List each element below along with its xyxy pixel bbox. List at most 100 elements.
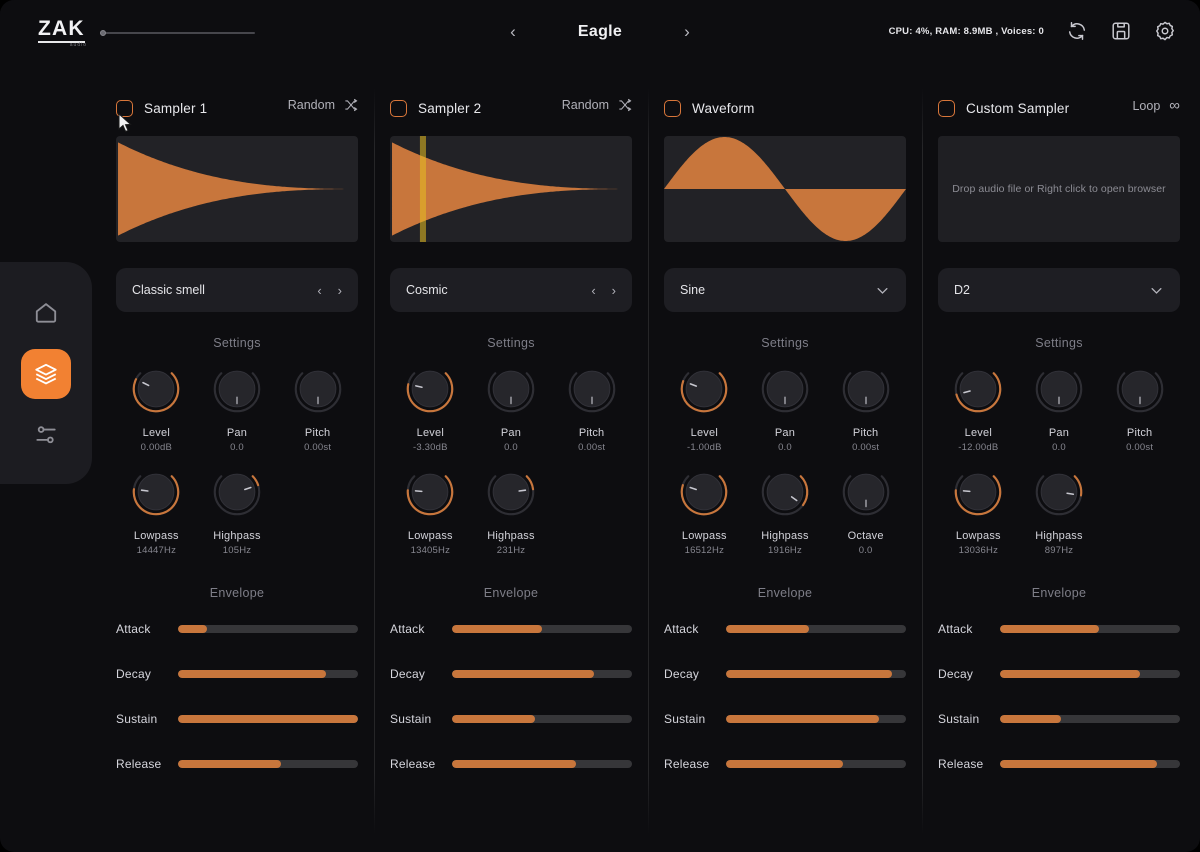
knob-label: Pitch [1126, 427, 1153, 439]
selector-arrows: ‹ › [317, 283, 342, 298]
knob-highpass[interactable] [208, 463, 266, 521]
knob-cell-level: Level 0.00dB [116, 360, 196, 453]
sidebar-item-home[interactable] [21, 288, 71, 338]
knob-highpass[interactable] [756, 463, 814, 521]
knob-label: Highpass [1035, 530, 1083, 542]
selector-custom-sampler[interactable]: D2 [938, 268, 1180, 312]
sidebar-item-mixer[interactable] [21, 410, 71, 460]
knob-value: 231Hz [496, 545, 526, 556]
knob-lowpass[interactable] [401, 463, 459, 521]
knob-pitch[interactable] [563, 360, 621, 418]
checkbox-sampler-1[interactable] [116, 99, 133, 117]
knob-pan[interactable] [1030, 360, 1088, 418]
display-waveform[interactable] [664, 136, 906, 242]
knob-value: 0.0 [504, 442, 518, 453]
panel-action-custom-sampler[interactable]: Loop ∞ [1132, 98, 1180, 113]
knob-value: 0.0 [778, 442, 792, 453]
knob-value: 0.00st [304, 442, 332, 453]
envelope-slider-release[interactable] [1000, 759, 1180, 768]
envelope-slider-sustain[interactable] [178, 714, 358, 723]
envelope-row-sustain: Sustain [116, 696, 358, 741]
display-sampler-1[interactable] [116, 136, 358, 242]
envelope-title: Envelope [483, 586, 539, 600]
checkbox-waveform[interactable] [664, 99, 681, 117]
selector-next-button[interactable]: › [612, 283, 616, 298]
knob-value: 13036Hz [958, 545, 999, 556]
envelope-row-sustain: Sustain [390, 696, 632, 741]
envelope-slider-sustain[interactable] [1000, 714, 1180, 723]
envelope-row-release: Release [390, 741, 632, 786]
knob-lowpass[interactable] [127, 463, 185, 521]
envelope-slider-decay[interactable] [1000, 669, 1180, 678]
sidebar-nav [0, 262, 92, 484]
gear-icon[interactable] [1154, 20, 1176, 42]
selector-value: Classic smell [132, 283, 205, 297]
preset-name[interactable]: Eagle [560, 23, 640, 41]
knob-pan[interactable] [756, 360, 814, 418]
selector-prev-button[interactable]: ‹ [317, 283, 321, 298]
knob-value: 105Hz [222, 545, 252, 556]
panel-custom-sampler: Custom Sampler Loop ∞ Drop audio file or Ri… [922, 78, 1196, 852]
knob-cell-pitch: Pitch 0.00st [826, 360, 906, 453]
panel-action-sampler-2[interactable]: Random [562, 98, 632, 112]
knob-octave[interactable] [837, 463, 895, 521]
preset-next-button[interactable]: › [678, 22, 696, 42]
shuffle-icon [345, 98, 358, 112]
selector-next-button[interactable]: › [338, 283, 342, 298]
knob-level[interactable] [949, 360, 1007, 418]
knob-pitch[interactable] [837, 360, 895, 418]
envelope-fill [178, 714, 358, 723]
knob-label: Pan [226, 427, 248, 439]
selector-prev-button[interactable]: ‹ [591, 283, 595, 298]
knob-pitch[interactable] [1111, 360, 1169, 418]
display-sampler-2[interactable] [390, 136, 632, 242]
envelope-slider-release[interactable] [452, 759, 632, 768]
checkbox-custom-sampler[interactable] [938, 99, 955, 117]
knob-level[interactable] [127, 360, 185, 418]
selector-value: Sine [680, 283, 706, 297]
knob-level[interactable] [401, 360, 459, 418]
envelope-slider-attack[interactable] [452, 624, 632, 633]
preset-prev-button[interactable]: ‹ [504, 22, 522, 42]
selector-sampler-1[interactable]: Classic smell ‹ › [116, 268, 358, 312]
knob-row-1: Level 0.00dB Pan 0.0 Pitch 0.00st [116, 360, 358, 453]
envelope-slider-decay[interactable] [178, 669, 358, 678]
envelope-slider-decay[interactable] [726, 669, 906, 678]
knob-highpass[interactable] [1030, 463, 1088, 521]
knob-pan[interactable] [208, 360, 266, 418]
knob-pan[interactable] [482, 360, 540, 418]
display-custom-sampler[interactable]: Drop audio file or Right click to open b… [938, 136, 1180, 242]
knob-label: Highpass [761, 530, 809, 542]
knob-pitch[interactable] [289, 360, 347, 418]
panel-action-sampler-1[interactable]: Random [288, 98, 358, 112]
save-icon[interactable] [1110, 20, 1132, 42]
envelope-label: Attack [390, 621, 425, 636]
envelope-fill [178, 624, 207, 633]
envelope-slider-sustain[interactable] [452, 714, 632, 723]
envelope-slider-release[interactable] [178, 759, 358, 768]
sidebar-item-layers[interactable] [21, 349, 71, 399]
infinity-icon: ∞ [1169, 97, 1180, 114]
settings-title: Settings [213, 336, 261, 350]
envelope-label: Decay [390, 666, 426, 681]
envelope-slider-attack[interactable] [1000, 624, 1180, 633]
checkbox-sampler-2[interactable] [390, 99, 407, 117]
envelope-slider-attack[interactable] [178, 624, 358, 633]
envelope-label: Release [664, 756, 710, 771]
knob-cell-lowpass: Lowpass 13405Hz [390, 463, 470, 556]
refresh-icon[interactable] [1066, 20, 1088, 42]
envelope-slider-decay[interactable] [452, 669, 632, 678]
knob-cell-pan: Pan 0.0 [197, 360, 277, 453]
envelope-slider-release[interactable] [726, 759, 906, 768]
envelope-slider-attack[interactable] [726, 624, 906, 633]
envelope-slider-sustain[interactable] [726, 714, 906, 723]
selector-waveform[interactable]: Sine [664, 268, 906, 312]
knob-lowpass[interactable] [675, 463, 733, 521]
knob-level[interactable] [675, 360, 733, 418]
panel-header-sampler-2: Sampler 2 Random [390, 96, 632, 120]
selector-sampler-2[interactable]: Cosmic ‹ › [390, 268, 632, 312]
envelope-row-attack: Attack [390, 606, 632, 651]
performance-stats: CPU: 4%, RAM: 8.9MB , Voices: 0 [888, 25, 1044, 37]
knob-lowpass[interactable] [949, 463, 1007, 521]
knob-highpass[interactable] [482, 463, 540, 521]
